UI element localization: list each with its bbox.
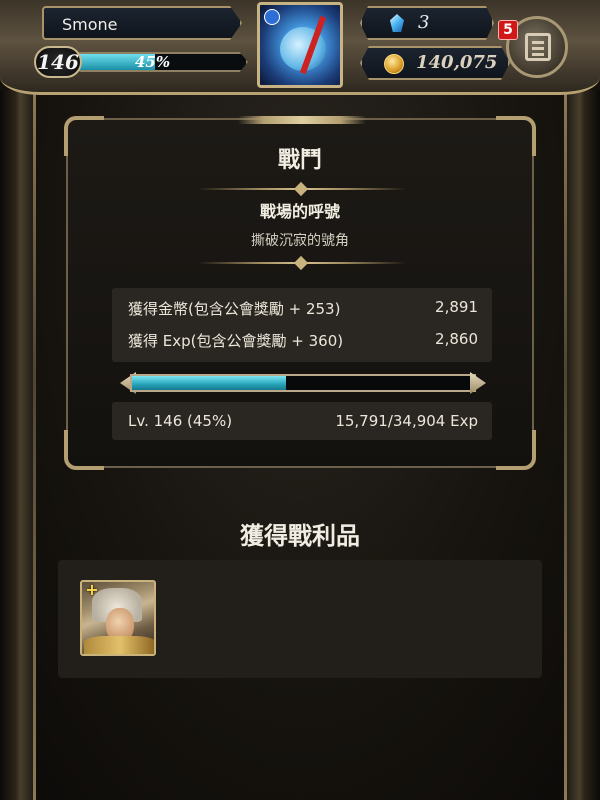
coin-counter[interactable]: 140,075 [360,46,510,80]
avatar-element-icon [264,9,280,25]
level-exp-bar [120,372,486,394]
notification-badge: 5 [498,20,518,40]
panel-top-ornament [238,116,366,124]
quest-subtitle: 撕破沉寂的號角 [251,233,349,249]
gem-counter[interactable]: 3 [360,6,494,40]
player-name: Smone [62,15,118,34]
hud-exp-bar: 45% [78,52,248,72]
gold-reward-label: 獲得金幣(包含公會獎勵 + 253) [128,300,341,318]
level-text: Lv. 146 (45%) [128,412,233,430]
plus-icon: + [85,580,99,599]
loot-title: 獲得戰利品 [240,522,360,550]
left-border-trim [33,90,36,800]
battle-title: 戰鬥 [277,148,322,173]
ornate-divider [198,262,406,264]
ornate-divider [198,188,406,190]
exp-bar-fill [132,376,286,390]
left-ornate-border [0,90,34,800]
hud-exp-percent: 45% [135,53,171,71]
gem-icon [390,14,404,32]
exp-bar-track [130,374,476,392]
loot-item-card[interactable]: + [80,580,156,656]
loot-panel: + [58,560,542,678]
gold-reward-value: 2,891 [435,298,478,316]
gold-reward-row: 獲得金幣(包含公會獎勵 + 253) 2,891 [128,298,478,322]
right-ornate-border [566,90,600,800]
exp-bar-right-cap [470,372,486,394]
coin-count: 140,075 [416,52,498,73]
right-border-trim [564,90,567,800]
knight-armor [84,636,154,654]
menu-list-icon [525,33,551,61]
battle-result-panel: 戰鬥 戰場的呼號 撕破沉寂的號角 獲得金幣(包含公會獎勵 + 253) 2,89… [64,116,536,470]
level-info: Lv. 146 (45%) 15,791/34,904 Exp [112,402,492,440]
player-name-plate[interactable]: Smone [42,6,242,40]
rewards-summary: 獲得金幣(包含公會獎勵 + 253) 2,891 獲得 Exp(包含公會獎勵 +… [112,288,492,362]
top-hud: Smone 45% 146 3 140,075 5 [0,0,600,95]
exp-reward-value: 2,860 [435,330,478,348]
exp-progress-text: 15,791/34,904 Exp [335,412,478,430]
quest-title: 戰場的呼號 [259,202,340,221]
exp-reward-label: 獲得 Exp(包含公會獎勵 + 360) [128,332,344,350]
player-avatar[interactable] [257,2,343,88]
exp-reward-row: 獲得 Exp(包含公會獎勵 + 360) 2,860 [128,330,478,354]
player-level-badge: 146 [34,46,82,78]
panel-corner-ornament [496,430,536,470]
gem-count: 3 [418,12,430,33]
panel-corner-ornament [64,430,104,470]
coin-icon [384,54,404,74]
